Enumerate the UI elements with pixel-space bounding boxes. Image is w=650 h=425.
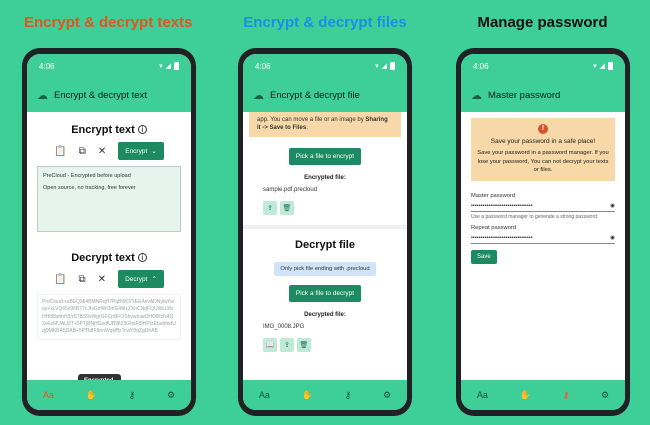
status-time: 4:06	[255, 61, 271, 71]
chevron-up-icon: ⌃	[151, 276, 157, 283]
caption-texts: Encrypt & decrypt texts	[24, 14, 193, 31]
trash-icon[interactable]: 🗑	[280, 200, 294, 215]
decrypt-button[interactable]: Decrypt ⌃	[118, 270, 164, 288]
status-time: 4:06	[39, 61, 55, 71]
file-content: app. You can move a file or an image by …	[243, 112, 407, 380]
nav-key-icon[interactable]: ⚷	[563, 390, 570, 401]
battery-icon	[608, 62, 613, 70]
nav-key-icon[interactable]: ⚷	[129, 390, 136, 401]
cloud-icon: ☁	[471, 89, 482, 102]
app-title: Encrypt & decrypt text	[54, 89, 147, 101]
bottom-nav: Aa ✋ ⚷ ⚙	[243, 380, 407, 410]
status-bar: 4:06 ▾ ◢	[461, 54, 625, 78]
encrypt-button[interactable]: Encrypt ⌄	[118, 142, 164, 160]
cloud-icon: ☁	[37, 89, 48, 102]
nav-file-icon[interactable]: ✋	[86, 390, 97, 401]
cloud-icon: ☁	[253, 89, 264, 102]
warning-box: ! Save your password in a safe place! Sa…	[471, 118, 615, 181]
divider	[243, 224, 407, 229]
decrypt-note: Only pick file ending with .precloud	[274, 261, 376, 276]
pick-decrypt-button[interactable]: Pick a file to decrypt	[288, 284, 362, 302]
alert-icon: !	[538, 124, 548, 134]
app-title: Encrypt & decrypt file	[270, 89, 360, 101]
signal-icon: ◢	[165, 63, 171, 70]
status-bar: 4:06 ▾ ◢	[27, 54, 191, 78]
phone-text: 4:06 ▾ ◢ ☁ Encrypt & decrypt text Encrypt…	[22, 48, 196, 416]
wifi-icon: ▾	[375, 63, 379, 70]
nav-key-icon[interactable]: ⚷	[345, 390, 352, 401]
paste-icon[interactable]: 📋	[54, 274, 66, 285]
battery-icon	[390, 62, 395, 70]
warning-title: Save your password in a safe place!	[490, 138, 596, 145]
phone-file: 4:06 ▾ ◢ ☁ Encrypt & decrypt file app. Yo…	[238, 48, 412, 416]
nav-settings-icon[interactable]: ⚙	[601, 390, 609, 401]
battery-icon	[174, 62, 179, 70]
info-icon[interactable]: i	[137, 125, 147, 134]
password-hint: Use a password manager to generate a str…	[471, 213, 599, 220]
screen-password: 4:06 ▾ ◢ ☁ Master password ! Save your pa…	[461, 54, 625, 410]
nav-settings-icon[interactable]: ⚙	[167, 390, 175, 401]
share-icon[interactable]: ⇪	[263, 200, 277, 215]
text-content: Encrypt text i 📋 ⧉ ✕ Encrypt ⌄ PreCloud - …	[27, 112, 191, 380]
decrypted-filename: IMG_0008.JPG	[263, 323, 305, 330]
chevron-down-icon: ⌄	[151, 148, 157, 155]
phone-password: 4:06 ▾ ◢ ☁ Master password ! Save your pa…	[456, 48, 630, 416]
trash-icon[interactable]: 🗑	[297, 337, 311, 352]
clear-icon[interactable]: ✕	[98, 274, 106, 285]
master-password-field[interactable]: •••••••••••••••••••••••••••••••• ◉	[471, 201, 615, 212]
copy-icon[interactable]: ⧉	[79, 274, 86, 285]
nav-file-icon[interactable]: ✋	[302, 390, 313, 401]
decrypt-toolbar: 📋 ⧉ ✕ Decrypt ⌃	[27, 270, 191, 288]
repeat-password-label: Repeat password	[471, 224, 517, 231]
nav-settings-icon[interactable]: ⚙	[383, 390, 391, 401]
open-icon[interactable]: 📖	[263, 337, 277, 352]
paste-icon[interactable]: 📋	[54, 146, 66, 157]
eye-icon[interactable]: ◉	[610, 235, 615, 241]
caption-files: Encrypt & decrypt files	[243, 14, 407, 31]
nav-file-icon[interactable]: ✋	[520, 390, 531, 401]
encrypted-filename: sample.pdf.precloud	[263, 186, 318, 193]
nav-text-icon[interactable]: Aa	[43, 390, 54, 400]
screen-text: 4:06 ▾ ◢ ☁ Encrypt & decrypt text Encrypt…	[27, 54, 191, 410]
bottom-nav: Aa ✋ ⚷ ⚙	[27, 380, 191, 410]
screen-file: 4:06 ▾ ◢ ☁ Encrypt & decrypt file app. Yo…	[243, 54, 407, 410]
app-title: Master password	[488, 89, 561, 101]
copy-icon[interactable]: ⧉	[79, 146, 86, 157]
encrypt-heading: Encrypt text i	[27, 124, 191, 136]
pick-encrypt-button[interactable]: Pick a file to encrypt	[288, 147, 362, 165]
info-banner: app. You can move a file or an image by …	[249, 112, 401, 137]
signal-icon: ◢	[599, 63, 605, 70]
encrypt-toolbar: 📋 ⧉ ✕ Encrypt ⌄	[27, 142, 191, 160]
decrypt-file-heading: Decrypt file	[295, 238, 355, 251]
save-button[interactable]: Save	[471, 249, 497, 264]
app-bar: ☁ Encrypt & decrypt text	[27, 78, 191, 112]
eye-icon[interactable]: ◉	[610, 203, 615, 209]
app-bar: ☁ Encrypt & decrypt file	[243, 78, 407, 112]
repeat-password-field[interactable]: •••••••••••••••••••••••••••••••• ◉	[471, 233, 615, 244]
password-content: ! Save your password in a safe place! Sa…	[461, 112, 625, 380]
clear-icon[interactable]: ✕	[98, 146, 106, 157]
signal-icon: ◢	[381, 63, 387, 70]
decrypted-label: Decrypted file:	[304, 311, 346, 318]
decrypt-heading: Decrypt text i	[27, 252, 191, 264]
encrypted-label: Encrypted file:	[304, 174, 346, 181]
status-time: 4:06	[473, 61, 489, 71]
info-icon[interactable]: i	[137, 253, 147, 262]
share-icon[interactable]: ⇪	[280, 337, 294, 352]
caption-password: Manage password	[477, 14, 608, 31]
ciphertext-input[interactable]: PreCloud:xuBEQMi4BMNRqH7PqBWO/YEEAxvADNy…	[37, 294, 181, 341]
nav-text-icon[interactable]: Aa	[259, 390, 270, 400]
plaintext-input[interactable]: PreCloud - Encrypted before upload Open …	[37, 166, 181, 232]
status-bar: 4:06 ▾ ◢	[243, 54, 407, 78]
master-password-label: Master password	[471, 192, 516, 199]
wifi-icon: ▾	[159, 63, 163, 70]
warning-body: Save your password in a password manager…	[477, 150, 609, 174]
wifi-icon: ▾	[593, 63, 597, 70]
bottom-nav: Aa ✋ ⚷ ⚙	[461, 380, 625, 410]
nav-text-icon[interactable]: Aa	[477, 390, 488, 400]
app-bar: ☁ Master password	[461, 78, 625, 112]
